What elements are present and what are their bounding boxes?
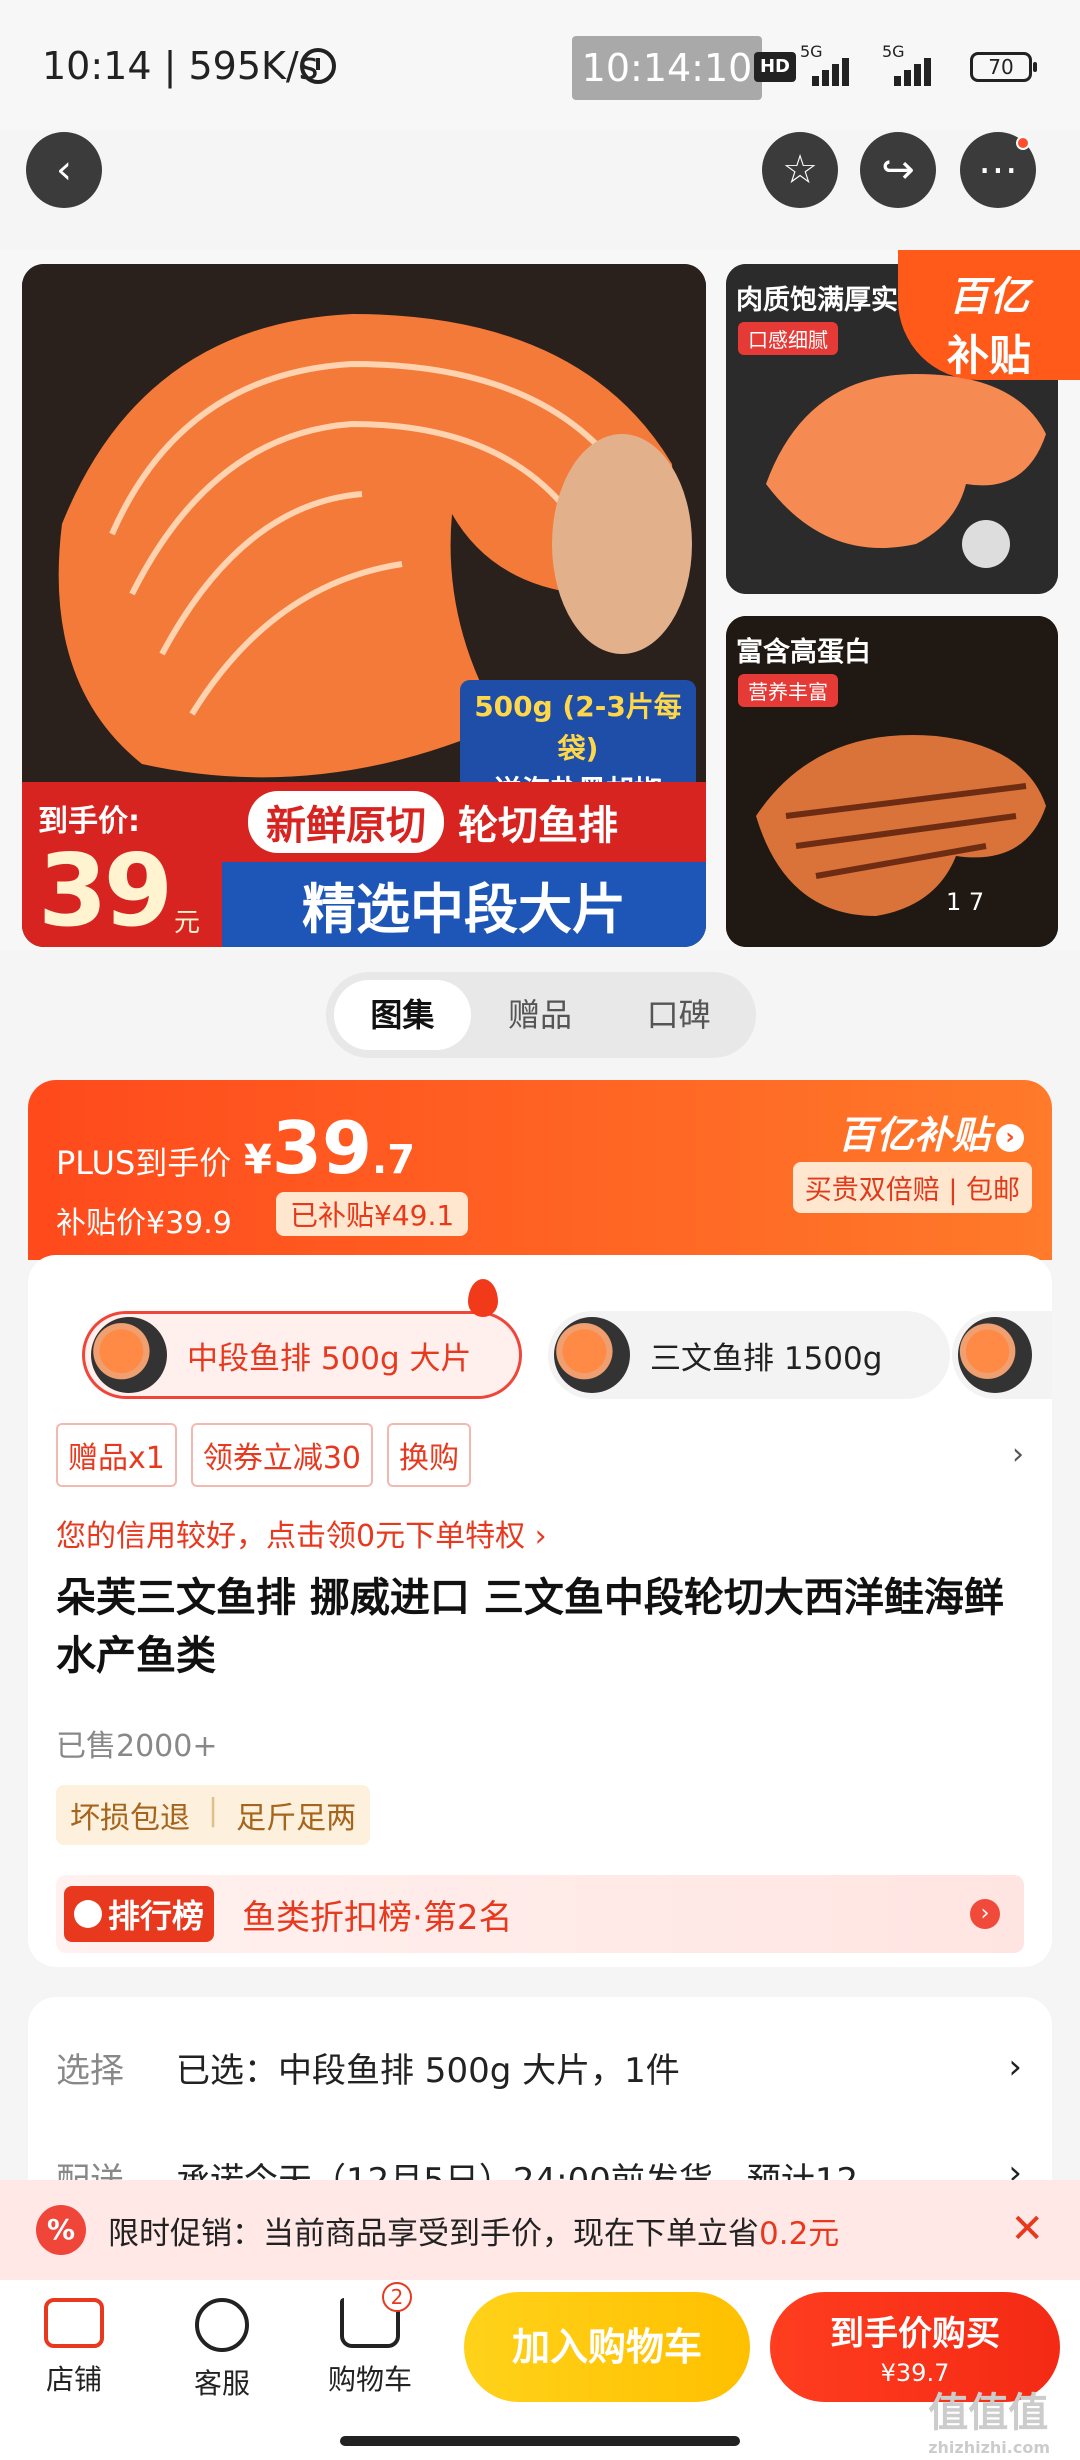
image-counter: 1 7 bbox=[946, 888, 985, 916]
gallery-tabs: 图集 赠品 口碑 bbox=[326, 972, 756, 1058]
subsidy-guarantee: 买贵双倍赔 | 包邮 bbox=[792, 1162, 1032, 1213]
side-bottom-tag: 营养丰富 bbox=[738, 674, 838, 707]
select-value: 已选：中段鱼排 500g 大片，1件 bbox=[176, 2051, 680, 2091]
promo-banner: % 限时促销：当前商品享受到手价，现在下单立省0.2元 ✕ bbox=[0, 2180, 1080, 2280]
sku-thumbnail bbox=[91, 1317, 167, 1393]
alarm-icon bbox=[300, 48, 336, 84]
ranking-text: 鱼类折扣榜·第2名 bbox=[242, 1897, 513, 1938]
sku-option-partial[interactable] bbox=[952, 1311, 1052, 1399]
trophy-icon bbox=[74, 1900, 102, 1928]
side-bottom-caption: 富含高蛋白 bbox=[736, 637, 871, 668]
home-indicator[interactable] bbox=[340, 2436, 740, 2446]
promo-tag-coupon[interactable]: 领券立减30 bbox=[190, 1423, 374, 1487]
side-top-tag: 口感细腻 bbox=[738, 322, 838, 355]
billion-subsidy-link[interactable]: 百亿补贴 › bbox=[838, 1104, 1024, 1159]
selection-card: 选择 已选：中段鱼排 500g 大片，1件 › 配送 承诺今天（12月5日）24… bbox=[28, 1997, 1052, 2201]
status-time: 10:14 | 595K/s bbox=[42, 44, 319, 88]
more-button[interactable]: ⋯ bbox=[960, 132, 1036, 208]
price-card: PLUS到手价 ¥39.7 补贴价¥39.9 已补贴¥49.1 百亿补贴 › 买贵… bbox=[28, 1080, 1052, 1260]
tab-gallery[interactable]: 图集 bbox=[334, 980, 471, 1050]
subsidy-price: 补贴价¥39.9 bbox=[56, 1206, 232, 1241]
notification-dot bbox=[1016, 136, 1030, 150]
product-title: 朵芙三文鱼排 挪威进口 三文鱼中段轮切大西洋鲑海鲜水产鱼类 bbox=[56, 1575, 1004, 1679]
share-icon: ↪ bbox=[881, 147, 915, 193]
shop-icon bbox=[44, 2298, 104, 2348]
slogan-top: 新鲜原切 轮切鱼排 bbox=[222, 782, 706, 862]
add-to-cart-button[interactable]: 加入购物车 bbox=[464, 2292, 750, 2402]
back-button[interactable]: ‹ bbox=[26, 132, 102, 208]
sku-option-selected[interactable]: 中段鱼排 500g 大片 bbox=[82, 1311, 522, 1399]
battery-icon: 70 bbox=[970, 52, 1037, 82]
sku-label: 三文鱼排 1500g bbox=[650, 1340, 883, 1377]
product-info-card: 中段鱼排 500g 大片 三文鱼排 1500g 赠品x1 领券立减30 换购 ›… bbox=[28, 1255, 1052, 1967]
cart-button[interactable]: 2 购物车 bbox=[310, 2282, 430, 2398]
ranking-banner[interactable]: 排行榜 鱼类折扣榜·第2名 › bbox=[56, 1875, 1024, 1953]
credit-privilege-link[interactable]: 您的信用较好，点击领0元下单特权 › bbox=[56, 1511, 547, 1555]
guarantee-item: 足斤足两 bbox=[236, 1801, 357, 1836]
hot-flame-icon bbox=[468, 1279, 498, 1317]
plus-price-label: PLUS到手价 bbox=[56, 1144, 232, 1182]
customer-service-icon bbox=[195, 2298, 249, 2352]
sold-count: 已售2000+ bbox=[56, 1729, 218, 1764]
tab-gifts[interactable]: 赠品 bbox=[471, 980, 610, 1050]
share-button[interactable]: ↪ bbox=[860, 132, 936, 208]
shop-button[interactable]: 店铺 bbox=[14, 2298, 134, 2398]
side-top-caption: 肉质饱满厚实 bbox=[736, 285, 898, 316]
signal-icon-2: 5G bbox=[882, 42, 942, 86]
main-product-image[interactable]: 500g (2-3片每袋) 送海盐黑胡椒 到手价: 39 元 新鲜原切 轮切鱼排… bbox=[22, 264, 706, 947]
sku-thumbnail bbox=[554, 1317, 630, 1393]
promo-tag-gift[interactable]: 赠品x1 bbox=[56, 1423, 177, 1487]
ranking-badge: 排行榜 bbox=[64, 1886, 215, 1942]
chevron-right-icon: › bbox=[996, 1123, 1024, 1152]
promo-tag-exchange[interactable]: 换购 bbox=[387, 1423, 472, 1487]
tab-reviews[interactable]: 口碑 bbox=[609, 980, 748, 1050]
plus-price: ¥39.7 bbox=[244, 1106, 416, 1190]
cart-count-badge: 2 bbox=[382, 2282, 412, 2312]
subsidy-corner-badge: 百亿 补贴 bbox=[898, 250, 1080, 380]
close-icon[interactable]: ✕ bbox=[1010, 2206, 1044, 2252]
chevron-right-icon[interactable]: › bbox=[1012, 1437, 1024, 1472]
subsidy-amount-badge: 已补贴¥49.1 bbox=[276, 1192, 469, 1236]
more-icon: ⋯ bbox=[978, 147, 1018, 193]
image-gallery[interactable]: 500g (2-3片每袋) 送海盐黑胡椒 到手价: 39 元 新鲜原切 轮切鱼排… bbox=[0, 250, 1080, 950]
status-bar: 10:14 | 595K/s 10:14:10 HD 5G 5G 70 bbox=[0, 0, 1080, 130]
back-arrow-icon: ‹ bbox=[56, 147, 72, 193]
star-icon: ☆ bbox=[782, 147, 818, 193]
favorite-button[interactable]: ☆ bbox=[762, 132, 838, 208]
side-image-bottom[interactable]: 富含高蛋白 营养丰富 bbox=[726, 616, 1058, 947]
slogan-bottom: 精选中段大片 bbox=[222, 862, 706, 947]
promo-tags[interactable]: 赠品x1 领券立减30 换购 bbox=[56, 1423, 472, 1487]
chevron-right-icon: › bbox=[1008, 2047, 1022, 2087]
guarantee-item: 坏损包退 bbox=[70, 1801, 190, 1836]
chevron-right-icon: › bbox=[970, 1899, 1000, 1929]
select-label: 选择 bbox=[56, 2051, 124, 2091]
sku-option[interactable]: 三文鱼排 1500g bbox=[548, 1311, 950, 1399]
sku-label: 中段鱼排 500g 大片 bbox=[187, 1340, 472, 1377]
watermark: 值值值 zhizhizhi.com bbox=[928, 2390, 1050, 2457]
hd-icon: HD bbox=[754, 52, 796, 82]
customer-service-button[interactable]: 客服 bbox=[162, 2298, 282, 2402]
bottom-action-bar: 店铺 客服 2 购物车 加入购物车 到手价购买 ¥39.7 bbox=[0, 2280, 1080, 2460]
promo-text: 限时促销：当前商品享受到手价，现在下单立省0.2元 bbox=[108, 2215, 840, 2252]
billion-subsidy-label: 百亿补贴 bbox=[837, 1113, 990, 1157]
cart-icon: 2 bbox=[340, 2282, 412, 2348]
percent-icon: % bbox=[36, 2205, 86, 2255]
sku-thumbnail bbox=[958, 1317, 1032, 1393]
signal-icon: 5G bbox=[800, 42, 860, 86]
service-guarantees[interactable]: 坏损包退 | 足斤足两 bbox=[56, 1785, 371, 1845]
clock-overlay: 10:14:10 bbox=[572, 36, 762, 100]
